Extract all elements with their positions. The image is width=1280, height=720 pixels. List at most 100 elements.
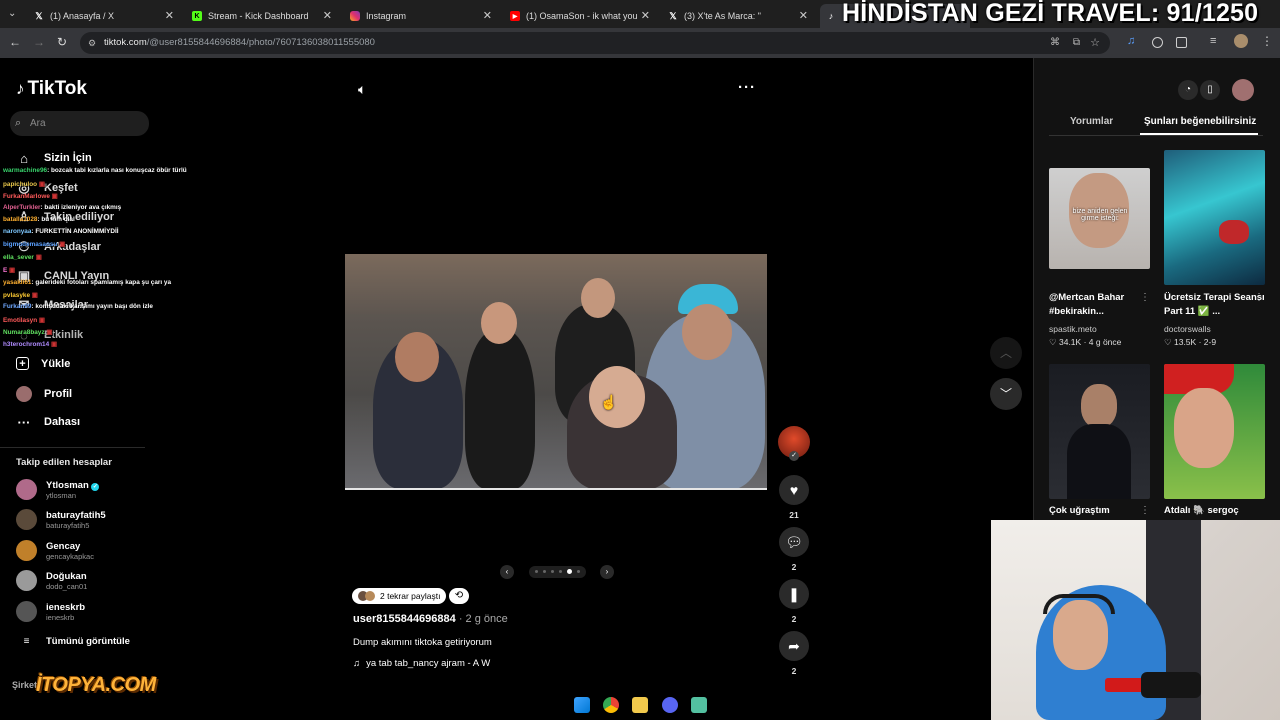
followed-accounts-title: Takip edilen hesaplar — [16, 457, 112, 468]
emote-icon: ▣ — [30, 292, 38, 299]
slide-dot[interactable] — [534, 570, 538, 573]
site-info-icon[interactable]: ⚙ — [88, 32, 96, 54]
tab-search-icon[interactable]: ⌄ — [8, 8, 16, 19]
close-icon[interactable]: ✕ — [323, 9, 332, 22]
browser-tab-youtube[interactable]: ▶ (1) OsamaSon - ik what you ✕ — [504, 4, 654, 28]
slide-dot[interactable] — [550, 570, 554, 573]
post-music[interactable]: ♫ ya tab tab_nancy ajram - A W — [353, 658, 490, 669]
list-icon: ≡ — [23, 636, 30, 647]
comment-button[interactable]: 💬︎ — [779, 527, 809, 557]
footer-company-link[interactable]: Şirket — [12, 680, 37, 690]
reload-icon[interactable]: ↻ — [57, 35, 67, 49]
previous-video-button[interactable]: ︿ — [990, 337, 1022, 369]
next-video-button[interactable]: ﹀ — [990, 378, 1022, 410]
browser-tab-kick[interactable]: K Stream - Kick Dashboard ✕ — [186, 4, 336, 28]
install-icon[interactable]: ⧉ — [1073, 32, 1080, 54]
browser-tab-x-2[interactable]: 𝕏 (3) X'te As Marca: " ✕ — [662, 4, 812, 28]
post-photo[interactable]: ☝ — [345, 254, 767, 490]
video-more-icon[interactable]: ⋮ — [1140, 292, 1150, 303]
chat-message: AlperTurkler: bakti izleniyor ava çıkmış — [3, 204, 121, 211]
back-arrow-icon[interactable]: ← — [9, 35, 21, 49]
tab-comments[interactable]: Yorumlar — [1070, 116, 1113, 127]
bookmark-star-icon[interactable]: ☆ — [1090, 32, 1100, 54]
prev-slide-button[interactable]: ‹ — [500, 565, 514, 579]
chat-username: Furkan99 — [3, 303, 32, 310]
repost-badge[interactable]: 2 tekrar paylaştı — [352, 588, 447, 604]
chrome-icon[interactable] — [603, 697, 619, 713]
windows-start-icon[interactable] — [574, 697, 590, 713]
user-avatar[interactable] — [1232, 79, 1254, 101]
repost-label: 2 tekrar paylaştı — [380, 591, 441, 601]
video-thumbnail[interactable] — [1049, 364, 1150, 499]
followed-account-dogukan[interactable]: Doğukan dodo_can01 — [16, 570, 87, 591]
next-slide-button[interactable]: › — [600, 565, 614, 579]
discord-icon[interactable] — [662, 697, 678, 713]
more-options-icon[interactable]: ··· — [738, 79, 756, 96]
follow-check-icon[interactable]: ✓ — [789, 451, 799, 461]
followed-account-gencay[interactable]: Gencay gencaykapkac — [16, 540, 94, 561]
slide-dot[interactable] — [542, 570, 546, 573]
volume-icon[interactable]: 🔈︎ — [358, 81, 366, 98]
save-button[interactable]: ❚ — [779, 579, 809, 609]
close-icon[interactable]: ✕ — [799, 9, 808, 22]
close-icon[interactable]: ✕ — [165, 9, 174, 22]
nav-item-for-you[interactable]: ⌂ Sizin İçin — [16, 151, 92, 166]
browser-menu-icon[interactable]: ⋮ — [1261, 34, 1273, 48]
slide-dot-active[interactable] — [566, 569, 572, 574]
extension-audio-icon[interactable]: ♫ — [1127, 35, 1135, 47]
x-icon: 𝕏 — [669, 10, 677, 21]
browser-tab-x[interactable]: 𝕏 (1) Anasayfa / X ✕ — [28, 4, 178, 28]
extension-icon[interactable] — [1152, 37, 1163, 48]
profile-avatar[interactable] — [1234, 34, 1248, 48]
video-title[interactable]: Atdalı 🐘 sergoç — [1164, 504, 1269, 518]
app-icon[interactable] — [691, 697, 707, 713]
video-author[interactable]: doctorswalls — [1164, 324, 1211, 334]
close-icon[interactable]: ✕ — [641, 9, 650, 22]
post-author[interactable]: user8155844696884 · 2 g önce — [353, 613, 508, 625]
followed-account-baturayfatih5[interactable]: baturayfatih5 baturayfatih5 — [16, 509, 106, 530]
account-name: Gencay — [46, 540, 81, 552]
video-age: 2-9 — [1203, 337, 1217, 347]
video-title[interactable]: Çok uğraştım — [1049, 504, 1154, 518]
extensions-puzzle-icon[interactable] — [1176, 37, 1187, 48]
slide-dot[interactable] — [576, 570, 580, 573]
video-title[interactable]: @Mertcan Bahar #bekirakin... — [1049, 291, 1154, 319]
like-button[interactable]: ♥ — [779, 475, 809, 505]
video-thumbnail[interactable]: bize aniden gelen girme isteği: — [1049, 168, 1150, 269]
video-thumbnail[interactable] — [1164, 150, 1265, 285]
settings-icon[interactable]: ◔ — [1178, 80, 1198, 100]
tab-recommendations[interactable]: Şunları beğenebilirsiniz — [1144, 116, 1256, 127]
url-field[interactable]: ⚙ tiktok.com/@user8155844696884/photo/76… — [80, 32, 1110, 54]
search-input[interactable]: ⌕ Ara — [10, 111, 149, 136]
share-count: 2 — [791, 666, 797, 676]
video-more-icon[interactable]: ⋮ — [1254, 292, 1264, 303]
translate-icon[interactable]: ⌘ — [1050, 32, 1060, 54]
nav-item-profile[interactable]: Profil — [16, 386, 72, 402]
forward-arrow-icon[interactable]: → — [33, 35, 45, 49]
emote-icon: ▣ — [49, 341, 57, 348]
followed-account-ieneskrb[interactable]: ieneskrb ieneskrb — [16, 601, 85, 622]
nav-item-more[interactable]: ··· Dahası — [16, 414, 81, 430]
share-button[interactable]: ➦ — [779, 631, 809, 661]
more-icon: ··· — [17, 414, 31, 430]
tab-title: (1) OsamaSon - ik what you — [526, 11, 638, 21]
browser-tab-instagram[interactable]: Instagram ✕ — [344, 4, 496, 28]
chat-message: yasakli61: galerideki fotoları spamlamış… — [3, 279, 171, 286]
reading-list-icon[interactable]: ≡ — [1210, 35, 1216, 47]
nav-item-upload[interactable]: + Yükle — [16, 357, 70, 370]
followed-account-ytlosman[interactable]: Ytlosman ✓ ytlosman — [16, 479, 100, 500]
video-author[interactable]: spastik.meto — [1049, 324, 1097, 334]
repost-icon[interactable]: ⟲ — [449, 588, 469, 604]
device-icon[interactable]: ▯ — [1200, 80, 1220, 100]
youtube-icon: ▶ — [510, 11, 520, 21]
emote-icon: ▣ — [37, 317, 45, 324]
video-more-icon[interactable]: ⋮ — [1140, 505, 1150, 516]
person-face — [395, 332, 439, 382]
slide-dot[interactable] — [558, 570, 562, 573]
video-thumbnail[interactable] — [1164, 364, 1265, 499]
chat-message: h3terochrom14 ▣ — [3, 340, 57, 348]
tiktok-logo[interactable]: ♪ TikTok — [16, 78, 87, 100]
file-explorer-icon[interactable] — [632, 697, 648, 713]
close-icon[interactable]: ✕ — [483, 9, 492, 22]
see-all-following[interactable]: ≡ Tümünü görüntüle — [16, 636, 130, 647]
